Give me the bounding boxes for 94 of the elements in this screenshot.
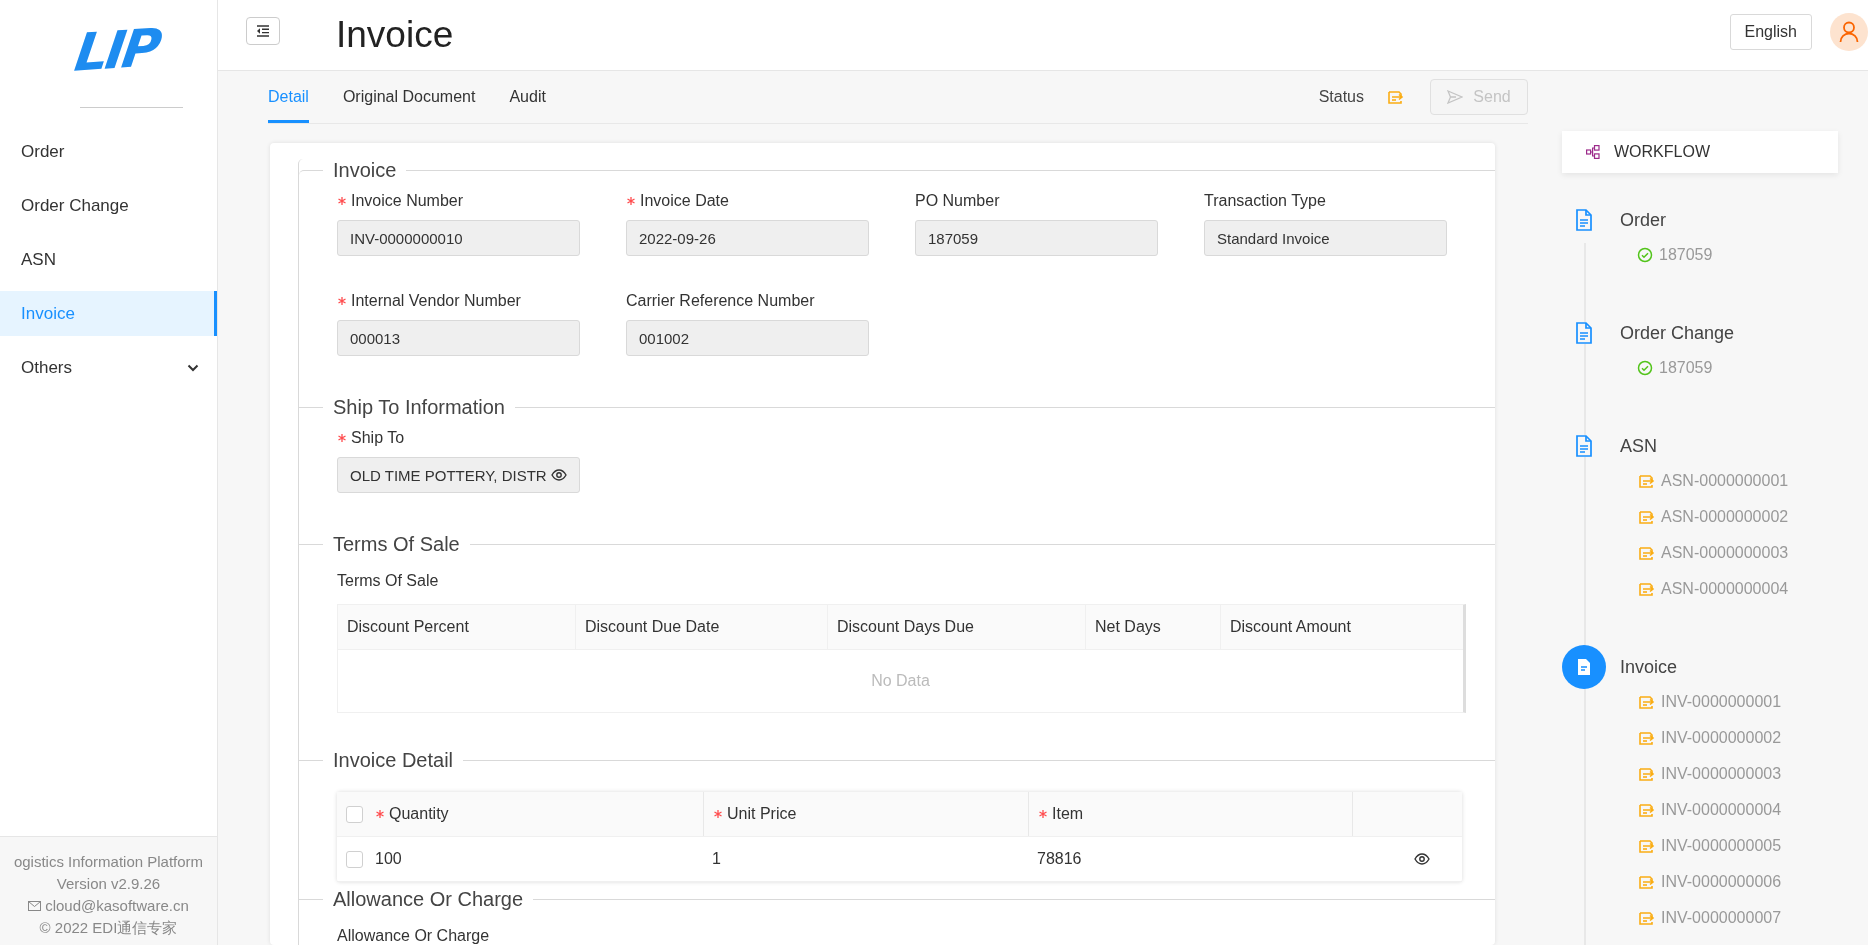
workflow-icon [1586,145,1600,159]
sidebar-item[interactable]: Order [0,129,217,174]
document-link[interactable]: INV-0000000007 [1661,909,1782,927]
document-arrow-icon [1637,581,1655,597]
step-title: Invoice [1620,656,1678,678]
table-cell-text: 1 [711,849,722,869]
field-label: Ship To [351,429,405,447]
document-link[interactable]: 187059 [1659,359,1713,377]
workflow-header[interactable]: WORKFLOW [1562,131,1838,173]
page-title: Invoice [336,14,454,56]
section-title: Invoice Detail [332,749,455,772]
section-title: Terms Of Sale [332,533,461,556]
field-label: Invoice Number [351,192,464,210]
column-header: Discount Percent [346,617,470,637]
eye-icon [551,468,567,482]
mail-icon [28,901,42,911]
input-field[interactable]: INV-0000000010 [337,220,580,256]
avatar[interactable] [1830,13,1868,51]
document-icon [1577,659,1591,675]
document-arrow-icon [1637,802,1655,818]
table-caption: Allowance Or Charge [337,927,491,945]
check-circle-icon [1637,360,1653,376]
column-header: Net Days [1085,605,1220,649]
email-link[interactable]: cloud@kasoftware.cn [45,895,189,917]
field-label: Carrier Reference Number [626,292,815,310]
input-field[interactable]: OLD TIME POTTERY, DISTR [337,457,580,493]
document-arrow-icon [1637,545,1655,561]
document-arrow-icon [1637,874,1655,890]
section-title: Ship To Information [332,396,506,419]
sidebar-item[interactable]: Others [0,345,217,390]
tab[interactable]: Detail [268,71,309,123]
document-link[interactable]: INV-0000000002 [1661,729,1782,747]
sidebar-item[interactable]: ASN [0,237,217,282]
user-icon [1839,21,1859,43]
document-link[interactable]: 187059 [1659,246,1713,264]
checkbox[interactable] [346,805,363,823]
tab[interactable]: Audit [509,71,546,123]
column-header: Discount Days Due [827,605,1085,649]
menu-icon [256,25,270,37]
checkbox[interactable] [346,850,363,868]
status-icon [1386,89,1404,105]
input-field[interactable]: 2022-09-26 [626,220,869,256]
status-label: Status [1318,88,1364,106]
section-title: Allowance Or Charge [332,888,525,911]
document-arrow-icon [1637,766,1655,782]
field-label: Internal Vendor Number [351,292,521,310]
product-name: ogistics Information Platform [13,852,204,872]
send-icon [1447,90,1464,104]
column-header: Discount Amount [1220,605,1463,649]
tab[interactable]: Original Document [342,71,476,123]
sidebar-item[interactable]: Order Change [0,183,217,228]
field-label: Transaction Type [1204,192,1326,210]
document-link[interactable]: INV-0000000003 [1661,765,1782,783]
table-caption: Terms Of Sale [337,572,440,590]
column-header: Discount Due Date [575,605,827,649]
document-link[interactable]: INV-0000000006 [1661,873,1782,891]
column-header: Item [1028,792,1352,836]
document-arrow-icon [1637,910,1655,926]
menu-toggle-button[interactable] [246,17,280,45]
document-arrow-icon [1637,509,1655,525]
input-field[interactable]: 001002 [626,320,869,356]
section-title: Invoice [332,159,398,182]
document-arrow-icon [1637,473,1655,489]
document-link[interactable]: ASN-0000000004 [1661,580,1789,598]
document-link[interactable]: INV-0000000004 [1661,801,1782,819]
eye-icon[interactable] [1414,852,1430,866]
column-header: Unit Price [703,792,1028,836]
table-cell-text: 78816 [1036,849,1083,869]
document-link[interactable]: ASN-0000000003 [1661,544,1789,562]
step-title: Order Change [1620,322,1735,344]
language-button[interactable]: English [1729,14,1812,50]
document-arrow-icon [1637,838,1655,854]
input-field[interactable]: Standard Invoice [1204,220,1447,256]
document-link[interactable]: ASN-0000000002 [1661,508,1789,526]
document-link[interactable]: INV-0000000005 [1661,837,1782,855]
document-link[interactable]: ASN-0000000001 [1661,472,1789,490]
document-link[interactable]: INV-0000000001 [1661,693,1782,711]
logo: LIP [71,20,162,79]
chevron-down-icon [187,363,199,372]
field-label: PO Number [915,192,1000,210]
table-cell-text: 100 [375,849,403,869]
field-label: Invoice Date [640,192,729,210]
version-text: Version v2.9.26 [56,874,161,894]
check-circle-icon [1637,247,1653,263]
copyright-text: © 2022 EDI通信专家 [39,918,178,938]
input-field[interactable]: 187059 [915,220,1158,256]
document-arrow-icon [1637,730,1655,746]
input-field[interactable]: 000013 [337,320,580,356]
empty-text: No Data [870,671,931,691]
document-arrow-icon [1637,694,1655,710]
step-title: Order [1620,209,1666,231]
column-header: Quantity [375,792,703,836]
step-title: ASN [1620,435,1657,457]
sidebar-item[interactable]: Invoice [0,291,217,336]
